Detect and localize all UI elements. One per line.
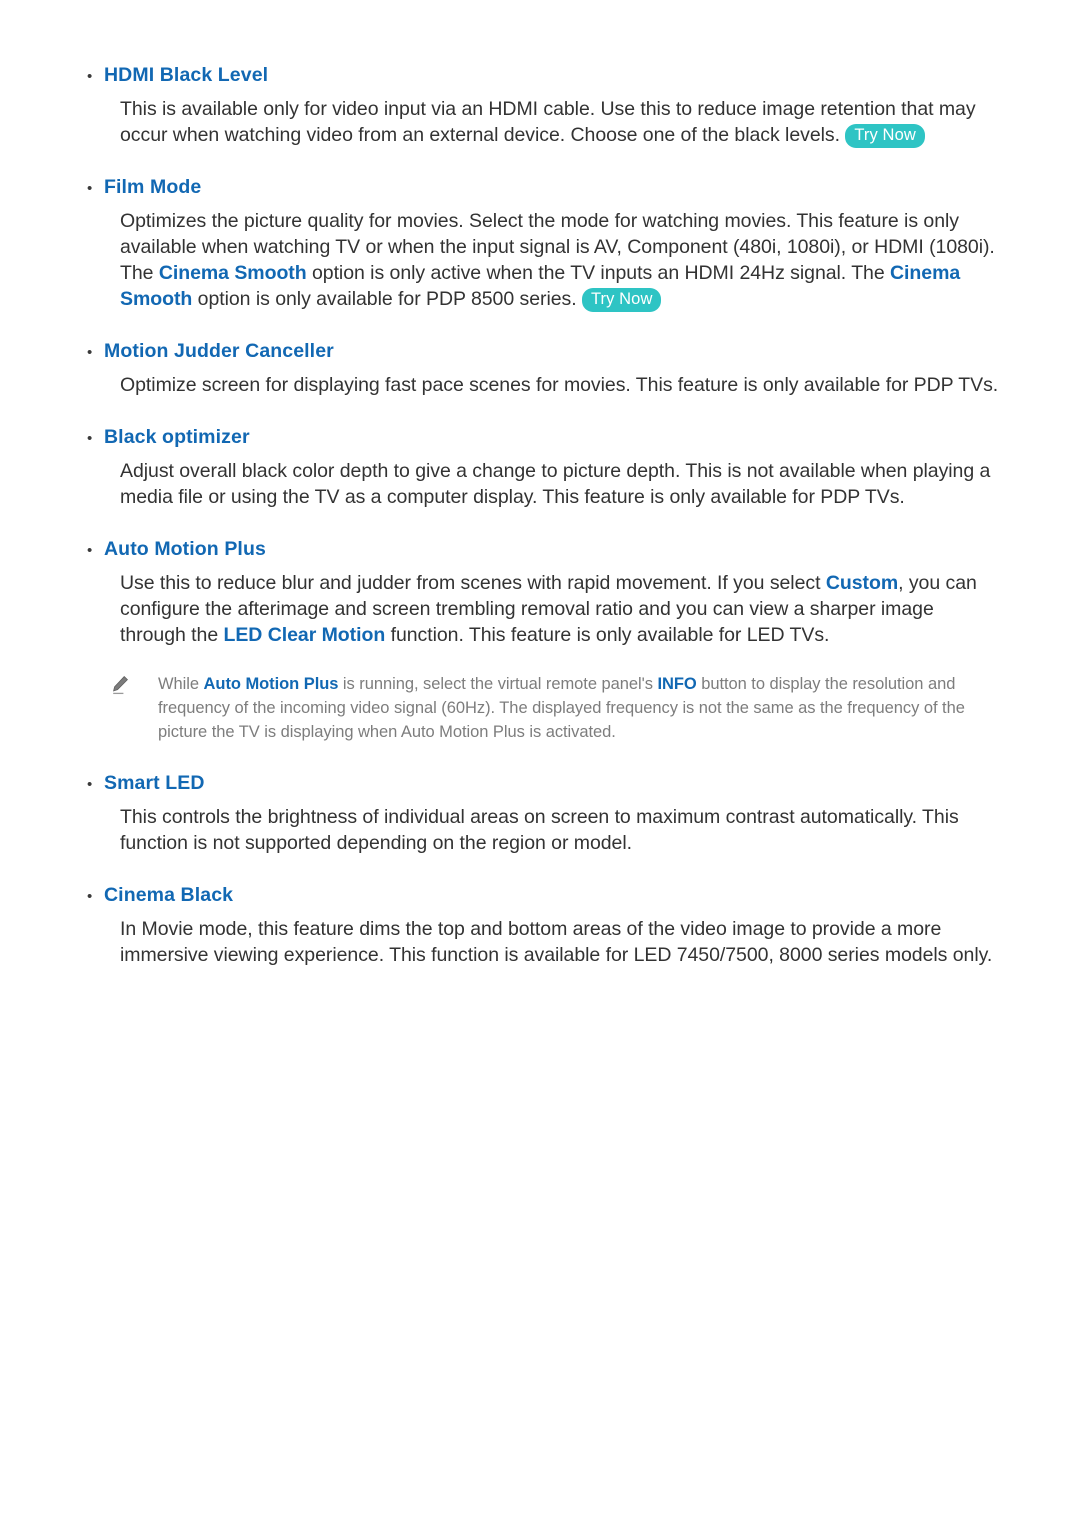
note-text-part-2: is running, select the virtual remote pa… bbox=[338, 675, 658, 693]
note-text: While Auto Motion Plus is running, selec… bbox=[158, 672, 1002, 744]
section-heading-row: HDMI Black Level bbox=[78, 62, 1002, 90]
bullet-icon bbox=[78, 772, 104, 798]
section-title: Auto Motion Plus bbox=[104, 538, 266, 560]
bullet-icon bbox=[78, 426, 104, 452]
section-title: Smart LED bbox=[104, 772, 205, 794]
body-text-part-3: option is only available for PDP 8500 se… bbox=[192, 288, 577, 310]
section-title: HDMI Black Level bbox=[104, 64, 269, 86]
note-text-part-1: While bbox=[158, 675, 204, 693]
section-hdmi-black-level: HDMI Black Level This is available only … bbox=[78, 62, 1002, 148]
section-body: This controls the brightness of individu… bbox=[120, 806, 959, 854]
section-body: Adjust overall black color depth to give… bbox=[120, 460, 991, 508]
section-title: Cinema Black bbox=[104, 884, 234, 906]
section-cinema-black: Cinema Black In Movie mode, this feature… bbox=[78, 882, 1002, 968]
bullet-icon bbox=[78, 176, 104, 202]
try-now-badge[interactable]: Try Now bbox=[845, 124, 925, 148]
section-heading-row: Auto Motion Plus bbox=[78, 536, 1002, 564]
pencil-icon bbox=[110, 672, 158, 744]
note-callout: While Auto Motion Plus is running, selec… bbox=[78, 672, 1002, 744]
section-body: Optimizes the picture quality for movies… bbox=[78, 208, 1002, 312]
section-black-optimizer: Black optimizer Adjust overall black col… bbox=[78, 424, 1002, 510]
section-heading-row: Cinema Black bbox=[78, 882, 1002, 910]
section-film-mode: Film Mode Optimizes the picture quality … bbox=[78, 174, 1002, 312]
inline-term-cinema-smooth-1: Cinema Smooth bbox=[158, 262, 307, 284]
section-body: This is available only for video input v… bbox=[78, 96, 1002, 148]
section-body: In Movie mode, this feature dims the top… bbox=[120, 918, 993, 966]
body-text-part-2: option is only active when the TV inputs… bbox=[306, 262, 891, 284]
section-title: Motion Judder Canceller bbox=[104, 340, 334, 362]
bullet-icon bbox=[78, 340, 104, 366]
section-auto-motion-plus: Auto Motion Plus Use this to reduce blur… bbox=[78, 536, 1002, 744]
try-now-badge[interactable]: Try Now bbox=[581, 288, 662, 312]
inline-term-auto-motion-plus: Auto Motion Plus bbox=[203, 675, 339, 693]
section-smart-led: Smart LED This controls the brightness o… bbox=[78, 770, 1002, 856]
bullet-icon bbox=[78, 538, 104, 564]
section-heading-row: Black optimizer bbox=[78, 424, 1002, 452]
section-motion-judder-canceller: Motion Judder Canceller Optimize screen … bbox=[78, 338, 1002, 398]
inline-term-info: INFO bbox=[657, 675, 697, 693]
section-heading-row: Smart LED bbox=[78, 770, 1002, 798]
section-heading-row: Motion Judder Canceller bbox=[78, 338, 1002, 366]
section-title: Film Mode bbox=[104, 176, 202, 198]
inline-term-led-clear-motion: LED Clear Motion bbox=[223, 624, 386, 646]
bullet-icon bbox=[78, 64, 104, 90]
body-text-part-3: function. This feature is only available… bbox=[385, 624, 830, 646]
section-title: Black optimizer bbox=[104, 426, 250, 448]
section-body: Optimize screen for displaying fast pace… bbox=[120, 374, 999, 396]
section-heading-row: Film Mode bbox=[78, 174, 1002, 202]
section-body: Use this to reduce blur and judder from … bbox=[78, 570, 1002, 648]
manual-page: HDMI Black Level This is available only … bbox=[0, 0, 1080, 1527]
bullet-icon bbox=[78, 884, 104, 910]
inline-term-custom: Custom bbox=[825, 572, 899, 594]
body-text-part-1: Use this to reduce blur and judder from … bbox=[120, 572, 826, 594]
